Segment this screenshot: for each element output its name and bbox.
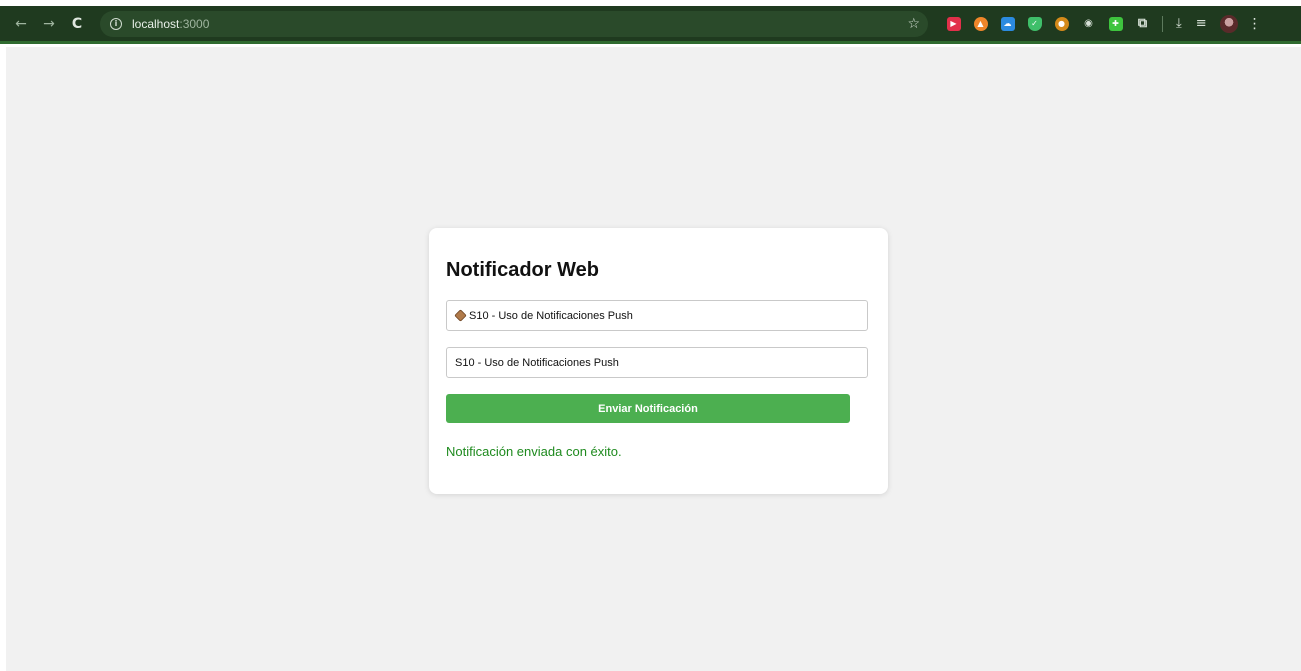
extensions-row: ▶ ▲ ☁ ✓ ● ◉ ✚ ⧉ ⤓ ≡ ⋮ bbox=[940, 14, 1262, 33]
browser-menu-icon[interactable]: ⋮ bbox=[1248, 16, 1262, 32]
back-arrow-icon[interactable]: ← bbox=[10, 13, 32, 35]
browser-toolbar: ← → C i localhost:3000 ☆ ▶ ▲ ☁ ✓ ● ◉ ✚ ⧉… bbox=[0, 6, 1301, 44]
profile-avatar[interactable] bbox=[1219, 14, 1238, 33]
address-bar[interactable]: i localhost:3000 ☆ bbox=[100, 10, 928, 37]
notification-title-input[interactable]: S10 - Uso de Notificaciones Push bbox=[446, 300, 868, 331]
page-viewport: Notificador Web S10 - Uso de Notificacio… bbox=[6, 47, 1301, 671]
red-extension-icon[interactable]: ▶ bbox=[946, 16, 961, 31]
forward-arrow-icon[interactable]: → bbox=[38, 13, 60, 35]
orange-extension-icon[interactable]: ▲ bbox=[973, 16, 988, 31]
notification-body-input[interactable]: S10 - Uso de Notificaciones Push bbox=[446, 347, 868, 378]
bookmark-star-icon[interactable]: ☆ bbox=[907, 16, 920, 32]
send-notification-button[interactable]: Enviar Notificación bbox=[446, 394, 850, 423]
notification-body-value: S10 - Uso de Notificaciones Push bbox=[455, 356, 619, 369]
amber-extension-icon[interactable]: ● bbox=[1054, 16, 1069, 31]
cloud-extension-icon[interactable]: ☁ bbox=[1000, 16, 1015, 31]
notification-title-value: S10 - Uso de Notificaciones Push bbox=[469, 309, 633, 322]
status-message: Notificación enviada con éxito. bbox=[446, 444, 622, 459]
notifier-card: Notificador Web S10 - Uso de Notificacio… bbox=[429, 228, 888, 494]
toolbar-divider bbox=[1162, 15, 1163, 32]
download-icon[interactable]: ⤓ bbox=[1176, 16, 1182, 31]
eye-extension-icon[interactable]: ◉ bbox=[1082, 17, 1096, 31]
site-info-icon[interactable]: i bbox=[110, 17, 122, 30]
puzzle-extensions-icon[interactable]: ⧉ bbox=[1136, 16, 1150, 31]
url-port: :3000 bbox=[179, 16, 210, 31]
shield-extension-icon[interactable]: ✓ bbox=[1027, 16, 1042, 31]
lime-extension-icon[interactable]: ✚ bbox=[1108, 16, 1123, 31]
reload-icon[interactable]: C bbox=[66, 13, 88, 35]
url-host: localhost bbox=[132, 16, 180, 31]
url-text[interactable]: localhost:3000 bbox=[132, 17, 209, 31]
page-title: Notificador Web bbox=[446, 259, 599, 281]
package-icon bbox=[454, 309, 467, 322]
reading-list-icon[interactable]: ≡ bbox=[1196, 16, 1207, 31]
